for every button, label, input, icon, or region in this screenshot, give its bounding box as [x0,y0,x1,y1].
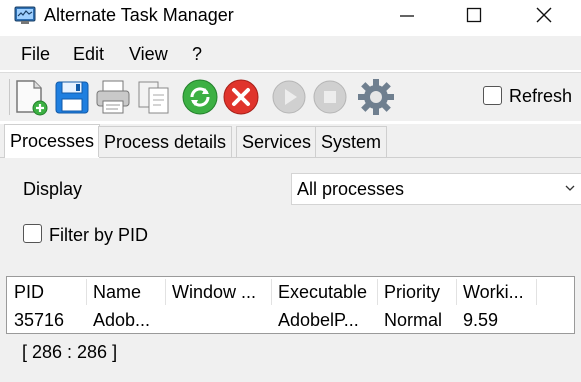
settings-button[interactable] [357,77,395,117]
display-select[interactable]: All processes [291,173,581,205]
close-button[interactable] [517,0,571,32]
settings-icon [358,79,394,115]
window-title: Alternate Task Manager [44,5,234,25]
minimize-button[interactable] [380,0,434,32]
process-table: PID Name Window ... Executable Priority … [6,276,575,334]
column-header-window[interactable]: Window ... [165,277,271,307]
filter-pid-checkbox[interactable] [23,224,42,243]
column-header-executable[interactable]: Executable [271,277,377,307]
refresh-checkbox[interactable] [483,86,502,105]
display-select-value: All processes [297,179,405,199]
column-header-name[interactable]: Name [86,277,165,307]
cell-priority: Normal [384,310,443,330]
resume-icon [272,80,306,114]
status-count: [ 286 : 286 ] [22,342,118,362]
menu-view[interactable]: View [129,44,168,64]
kill-process-button[interactable] [222,77,260,117]
menu-file[interactable]: File [21,44,50,64]
tab-system[interactable]: System [315,126,388,157]
cell-window [165,308,271,332]
cell-pid: 35716 [14,310,65,330]
column-header-pid[interactable]: PID [7,277,86,307]
cell-working-set: 9.59 [463,310,499,330]
close-icon [536,7,552,23]
toolbar-grip [9,79,10,115]
kill-icon [223,79,259,115]
cell-name: Adob... [93,310,151,330]
menu-help[interactable]: ? [192,44,202,64]
refresh-icon [182,79,218,115]
display-label: Display [23,179,83,199]
title-bar: Alternate Task Manager [0,0,581,34]
refresh-label[interactable]: Refresh [509,86,572,106]
copy-button[interactable] [135,77,173,117]
minimize-icon [400,15,414,17]
chevron-down-icon [565,185,575,191]
print-button[interactable] [94,77,132,117]
new-process-button[interactable] [12,77,50,117]
stop-icon [313,80,347,114]
column-header-working-set[interactable]: Worki... [456,277,536,307]
save-icon [55,81,89,114]
column-header-priority[interactable]: Priority [377,277,456,307]
tab-strip: Processes Process details Services Syste… [0,124,581,158]
stop-button[interactable] [311,77,349,117]
filter-pid-label[interactable]: Filter by PID [49,225,148,245]
cell-executable: AdobelP... [278,310,359,330]
tab-processes[interactable]: Processes [4,124,101,158]
tab-process-details[interactable]: Process details [98,126,233,157]
print-icon [96,80,130,114]
menu-bar: File Edit View ? [0,36,581,70]
save-button[interactable] [53,77,91,117]
maximize-button[interactable] [447,0,501,32]
resume-button[interactable] [270,77,308,117]
menu-edit[interactable]: Edit [73,44,104,64]
copy-icon [138,81,169,114]
refresh-button[interactable] [181,77,219,117]
tab-services[interactable]: Services [236,126,318,157]
new-process-icon [16,80,48,116]
maximize-icon [466,7,482,23]
app-icon [14,5,36,25]
